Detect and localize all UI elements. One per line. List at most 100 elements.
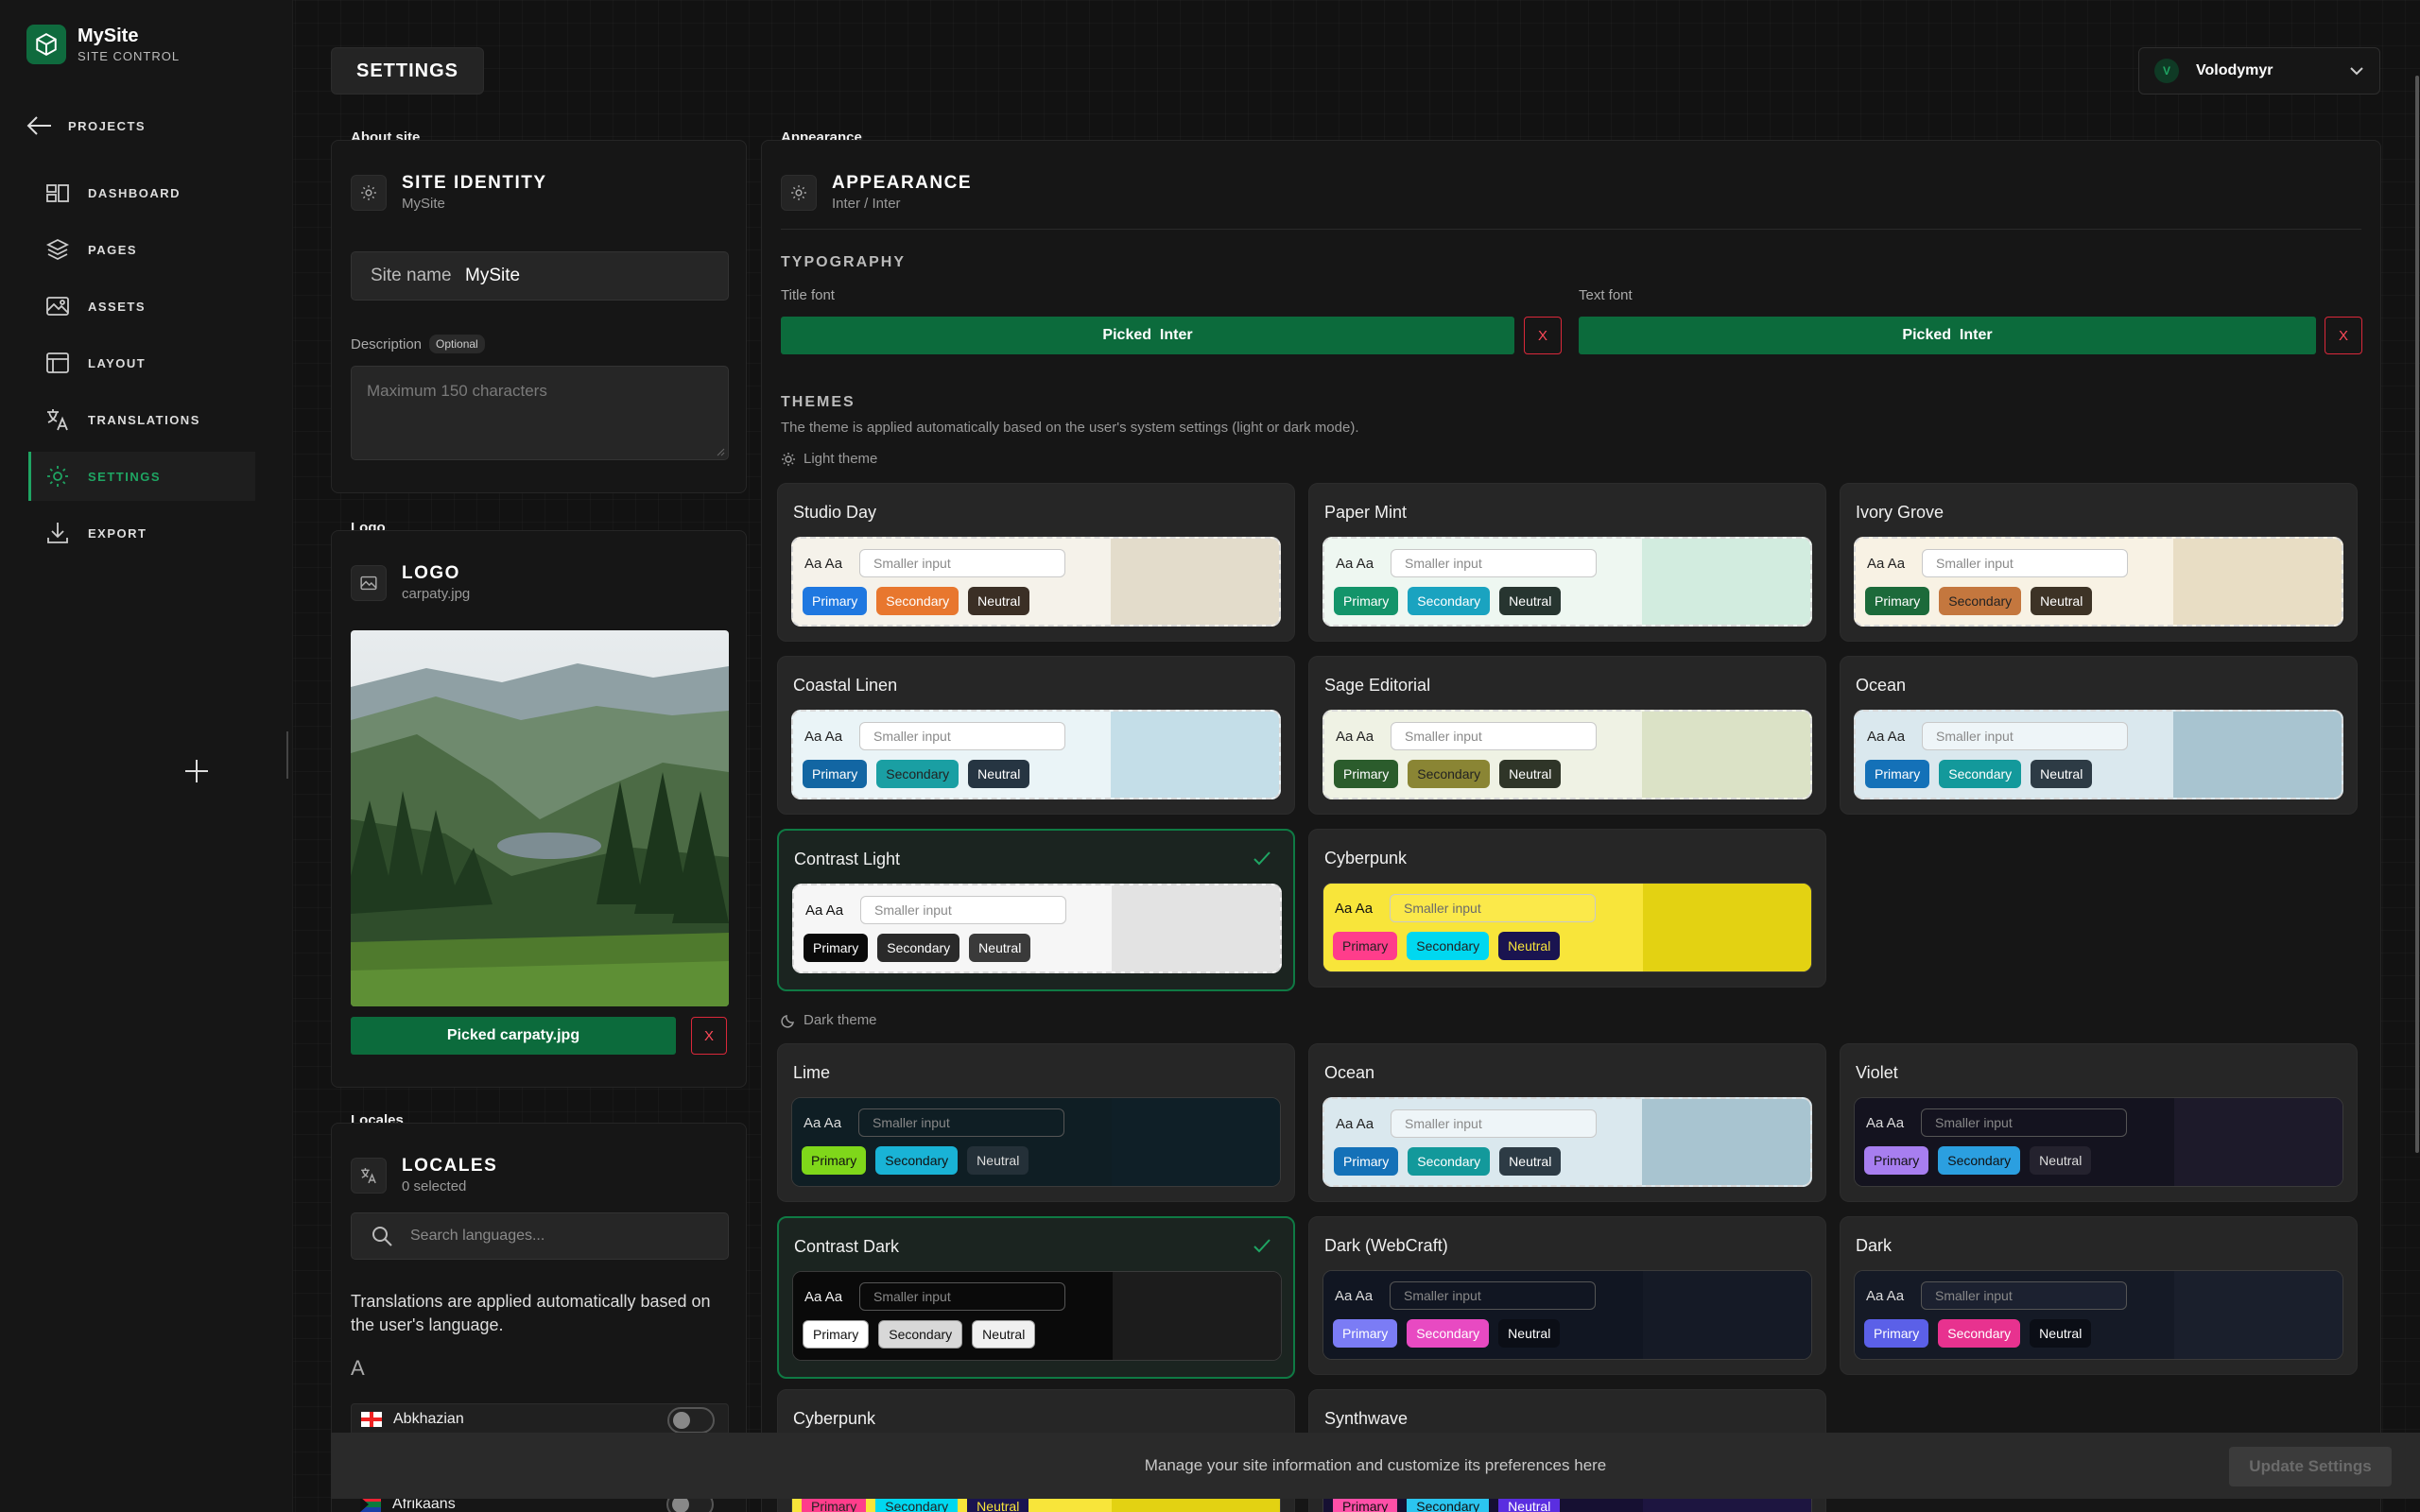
- theme-preview: Aa Aa Smaller input Primary Secondary Neutra…: [1854, 1097, 2343, 1187]
- back-label: PROJECTS: [68, 118, 147, 133]
- brand-name: MySite: [78, 26, 139, 46]
- preview-primary-button: Primary: [802, 1146, 867, 1175]
- preview-secondary-button: Secondary: [1408, 587, 1491, 615]
- text-font-picker[interactable]: Picked Inter: [1579, 317, 2316, 354]
- preview-buttons: Primary Secondary Neutral: [804, 934, 1031, 962]
- sidebar-item-layout[interactable]: LAYOUT: [28, 338, 255, 387]
- site-name-field[interactable]: Site name MySite: [351, 251, 729, 301]
- theme-card[interactable]: Studio Day Aa Aa Smaller input Primary Secon…: [777, 483, 1295, 642]
- preview-neutral-button: Neutral: [1498, 932, 1561, 960]
- avatar: V: [2154, 59, 2179, 83]
- image-icon: [46, 297, 69, 316]
- search-placeholder: Search languages...: [410, 1228, 545, 1244]
- sidebar-item-translations[interactable]: TRANSLATIONS: [28, 395, 255, 444]
- preview-primary-button: Primary: [1334, 587, 1399, 615]
- theme-preview: Aa Aa Smaller input Primary Secondary Neutra…: [1322, 537, 1812, 627]
- preview-primary-button: Primary: [1865, 760, 1930, 788]
- download-icon: [47, 523, 68, 543]
- sidebar-item-assets[interactable]: ASSETS: [28, 282, 255, 331]
- user-menu[interactable]: V Volodymyr: [2138, 47, 2380, 94]
- theme-name: Cyberpunk: [1324, 849, 1408, 868]
- georgia-flag-icon: [361, 1412, 382, 1427]
- theme-name: Ivory Grove: [1856, 503, 1945, 522]
- page-scrollbar[interactable]: [2415, 76, 2419, 1153]
- sidebar-item-export[interactable]: EXPORT: [28, 508, 255, 558]
- preview-accent-panel: [1112, 885, 1280, 971]
- preview-buttons: Primary Secondary Neutral: [1334, 587, 1562, 615]
- sidebar-resize-handle[interactable]: [286, 731, 288, 779]
- theme-card[interactable]: Ocean Aa Aa Smaller input Primary Secondary N…: [1308, 1043, 1826, 1202]
- theme-card[interactable]: Cyberpunk Aa Aa Smaller input Primary Second…: [1308, 829, 1826, 988]
- preview-buttons: Primary Secondary Neutral: [1865, 760, 2093, 788]
- sidebar-item-label: ASSETS: [88, 299, 147, 314]
- preview-accent-panel: [1113, 1272, 1281, 1360]
- sidebar-item-dashboard[interactable]: DASHBOARD: [28, 168, 255, 217]
- theme-preview: Aa Aa Smaller input Primary Secondary Neutra…: [1322, 883, 1812, 972]
- sun-icon: [782, 452, 795, 466]
- update-settings-button[interactable]: Update Settings: [2229, 1447, 2392, 1486]
- locale-name: Abkhazian: [393, 1411, 464, 1427]
- logo-filename: carpaty.jpg: [402, 586, 471, 602]
- preview-buttons: Primary Secondary Neutral: [803, 587, 1030, 615]
- remove-text-font-button[interactable]: X: [2325, 317, 2362, 354]
- preview-accent-panel: [1643, 884, 1811, 971]
- text-font-label: Text font: [1579, 287, 1633, 303]
- south-africa-flag-icon: [360, 1497, 381, 1512]
- optional-badge: Optional: [429, 335, 485, 353]
- theme-name: Sage Editorial: [1324, 676, 1431, 695]
- theme-card[interactable]: Dark Aa Aa Smaller input Primary Secondary Ne…: [1840, 1216, 2358, 1375]
- sidebar-item-label: DASHBOARD: [88, 185, 181, 200]
- site-identity-panel: SITE IDENTITY MySite Site name MySite Des…: [331, 140, 747, 493]
- theme-card[interactable]: Ocean Aa Aa Smaller input Primary Secondary N…: [1840, 656, 2358, 815]
- preview-primary-button: Primary: [803, 1320, 870, 1349]
- picked-logo-button[interactable]: Picked carpaty.jpg: [351, 1017, 676, 1055]
- language-search-input[interactable]: Search languages...: [351, 1212, 729, 1260]
- check-icon: [1253, 1239, 1270, 1253]
- description-textarea[interactable]: Maximum 150 characters: [351, 366, 729, 460]
- title-font-picker[interactable]: Picked Inter: [781, 317, 1514, 354]
- preview-primary-button: Primary: [1864, 1146, 1929, 1175]
- divider: [781, 229, 2361, 230]
- theme-card[interactable]: Paper Mint Aa Aa Smaller input Primary Secon…: [1308, 483, 1826, 642]
- locale-toggle[interactable]: [667, 1407, 715, 1434]
- preview-primary-button: Primary: [1333, 932, 1398, 960]
- theme-card[interactable]: Contrast Dark Aa Aa Smaller input Primary Se…: [777, 1216, 1295, 1379]
- gear-icon: [47, 466, 68, 487]
- theme-card[interactable]: Violet Aa Aa Smaller input Primary Secondary…: [1840, 1043, 2358, 1202]
- theme-card[interactable]: Coastal Linen Aa Aa Smaller input Primary Se…: [777, 656, 1295, 815]
- translate-icon: [351, 1157, 387, 1194]
- locale-row[interactable]: Abkhazian: [351, 1403, 729, 1435]
- chevron-down-icon: [2350, 67, 2363, 76]
- theme-card[interactable]: Ivory Grove Aa Aa Smaller input Primary Seco…: [1840, 483, 2358, 642]
- preview-neutral-button: Neutral: [2030, 1319, 2092, 1348]
- user-name: Volodymyr: [2196, 62, 2273, 78]
- preview-primary-button: Primary: [803, 760, 868, 788]
- sidebar-item-pages[interactable]: PAGES: [28, 225, 255, 274]
- brand-subtitle: SITE CONTROL: [78, 49, 181, 63]
- preview-secondary-button: Secondary: [1938, 1146, 2021, 1175]
- remove-logo-button[interactable]: X: [691, 1017, 727, 1055]
- preview-primary-button: Primary: [1334, 1147, 1399, 1176]
- theme-name: Contrast Light: [794, 850, 901, 868]
- appearance-panel: APPEARANCE Inter / Inter TYPOGRAPHY Title…: [761, 140, 2381, 1512]
- theme-name: Ocean: [1324, 1063, 1375, 1082]
- theme-name: Dark (WebCraft): [1324, 1236, 1448, 1255]
- theme-card[interactable]: Sage Editorial Aa Aa Smaller input Primary S…: [1308, 656, 1826, 815]
- preview-accent-panel: [1111, 712, 1279, 798]
- sidebar-item-settings[interactable]: SETTINGS: [28, 452, 255, 501]
- theme-card[interactable]: Dark (WebCraft) Aa Aa Smaller input Primary…: [1308, 1216, 1826, 1375]
- preview-buttons: Primary Secondary Neutral: [1333, 932, 1561, 960]
- theme-preview: Aa Aa Smaller input Primary Secondary Neutra…: [791, 1097, 1281, 1187]
- preview-typography-sample: Aa Aa: [1867, 729, 1906, 745]
- back-to-projects-link[interactable]: PROJECTS: [26, 115, 146, 136]
- theme-name: Studio Day: [793, 503, 877, 522]
- mountain-landscape-image: [351, 630, 729, 1006]
- theme-card[interactable]: Lime Aa Aa Smaller input Primary Secondary Ne…: [777, 1043, 1295, 1202]
- remove-title-font-button[interactable]: X: [1524, 317, 1562, 354]
- preview-accent-panel: [2174, 1271, 2342, 1359]
- brand[interactable]: MySite SITE CONTROL: [26, 25, 180, 64]
- preview-primary-button: Primary: [1334, 760, 1399, 788]
- preview-typography-sample: Aa Aa: [1335, 1288, 1374, 1304]
- theme-card[interactable]: Contrast Light Aa Aa Smaller input Primary S…: [777, 829, 1295, 991]
- preview-input: Smaller input: [1922, 722, 2128, 750]
